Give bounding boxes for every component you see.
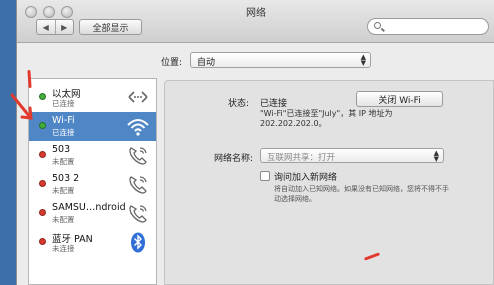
turn-off-wifi-button[interactable]: 关闭 Wi-Fi — [356, 91, 443, 107]
phone-icon — [129, 205, 147, 223]
back-icon[interactable]: ◀ — [37, 20, 56, 34]
service-item-wifi[interactable]: Wi-Fi 已连接 — [29, 112, 156, 141]
network-name-value: 互联网共享：打开 — [267, 153, 336, 163]
ask-join-label: 询问加入新网络 — [274, 173, 338, 183]
phone-icon — [129, 147, 147, 165]
service-item-503-2[interactable]: 503 2 未配置 — [29, 170, 156, 199]
service-item-ethernet[interactable]: 以太网 已连接 — [29, 83, 156, 112]
status-dot — [39, 238, 46, 245]
status-label: 状态: — [228, 99, 250, 109]
show-all-button[interactable]: 全部显示 — [79, 19, 142, 35]
location-value: 自动 — [197, 58, 216, 68]
service-name: 503 — [52, 144, 71, 155]
network-name-label: 网络名称: — [214, 154, 254, 164]
service-name: 503 2 — [52, 173, 80, 184]
location-label: 位置: — [161, 58, 183, 68]
phone-icon — [129, 176, 147, 194]
search-input[interactable] — [367, 18, 489, 35]
network-name-select[interactable]: 互联网共享：打开 ▲ ▼ — [260, 148, 444, 163]
service-item-samsung-android[interactable]: SAMSU…ndroid 未配置 — [29, 199, 156, 228]
title-bar: 网络 ◀ ▶ 全部显示 — [17, 0, 494, 43]
bluetooth-icon — [131, 232, 145, 253]
updown-arrows-icon: ▲ ▼ — [360, 53, 366, 67]
service-status: 未连接 — [52, 244, 75, 253]
status-dot — [39, 209, 46, 216]
forward-icon[interactable]: ▶ — [56, 20, 74, 34]
nav-buttons: ◀ ▶ — [36, 19, 74, 35]
service-status: 已连接 — [52, 99, 75, 108]
ethernet-icon — [128, 91, 148, 103]
red-arrow-icon — [10, 93, 33, 120]
wifi-icon — [127, 119, 149, 136]
service-status: 未配置 — [52, 186, 75, 195]
status-description: "Wi-Fi"已连接至"July"，其 IP 地址为 202.202.202.0… — [260, 109, 393, 128]
status-dot — [39, 180, 46, 187]
service-status: 已连接 — [52, 128, 75, 137]
ask-join-description: 将自动加入已知网络。如果没有已知网络，您将不得不手动选择网络。 — [274, 185, 449, 203]
ask-join-checkbox[interactable] — [260, 171, 270, 181]
service-list: 以太网 已连接 Wi-Fi 已连接 503 未配置 503 2 未配置 SAMS… — [28, 78, 157, 285]
updown-arrows-icon: ▲ ▼ — [433, 149, 439, 163]
service-status: 未配置 — [52, 157, 75, 166]
status-dot — [39, 93, 46, 100]
network-preferences-window: 网络 ◀ ▶ 全部显示 位置: 自动 ▲ ▼ 以太网 已连接 Wi-Fi 已连接… — [16, 0, 494, 285]
service-item-bluetooth-pan[interactable]: 蓝牙 PAN 未连接 — [29, 228, 156, 257]
service-item-503[interactable]: 503 未配置 — [29, 141, 156, 170]
service-status: 未配置 — [52, 215, 75, 224]
service-name: SAMSU…ndroid — [52, 202, 126, 213]
status-dot — [39, 122, 46, 129]
location-select[interactable]: 自动 ▲ ▼ — [190, 52, 371, 68]
window-title: 网络 — [246, 8, 266, 19]
service-name: Wi-Fi — [52, 115, 75, 126]
search-icon — [374, 22, 381, 29]
status-value: 已连接 — [260, 99, 288, 109]
status-dot — [39, 151, 46, 158]
